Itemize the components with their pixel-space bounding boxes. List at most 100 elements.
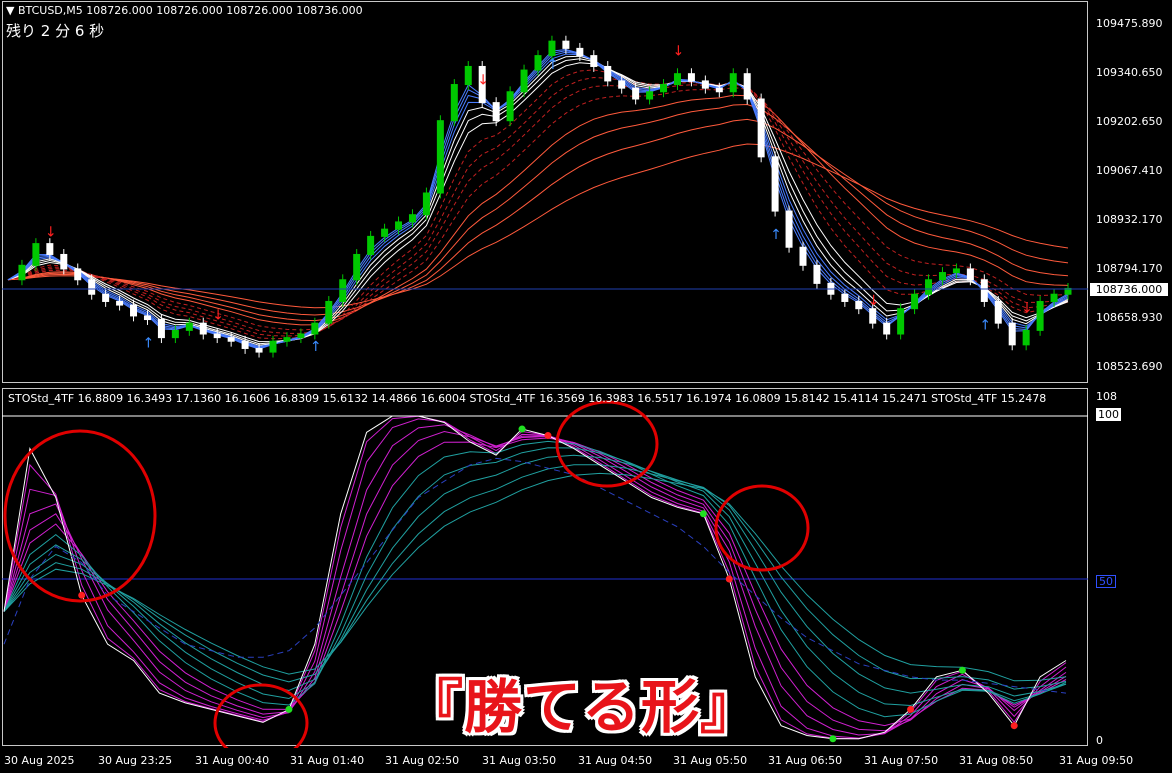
time-axis-label: 30 Aug 23:25 [98, 754, 173, 767]
candle-body [911, 293, 919, 310]
candle-body [1050, 293, 1058, 302]
sell-arrow-icon: ↓ [212, 308, 224, 324]
candle-body [116, 300, 124, 306]
candle-body [88, 279, 96, 295]
candle-body [813, 264, 821, 284]
candle-body [632, 87, 640, 100]
buy-arrow-icon: ↑ [770, 227, 782, 243]
osc-slow-line [3, 457, 1067, 694]
osc-signal-dot [725, 575, 733, 583]
ma-blue-line [7, 50, 1069, 349]
candle-body [618, 80, 626, 89]
candle-body [450, 84, 458, 122]
candle-body [1008, 322, 1016, 346]
ma-red-line [7, 87, 1069, 331]
ma-red-line [7, 118, 1069, 316]
price-scale-label: 108658.930 [1096, 311, 1163, 324]
candle-body [841, 293, 849, 302]
candle-body [171, 329, 179, 339]
candle-body [464, 65, 472, 86]
time-axis-label: 31 Aug 02:50 [385, 754, 460, 767]
symbol-header: ▼ BTCUSD,M5 108726.000 108726.000 108726… [6, 4, 363, 17]
price-scale-label: 109475.890 [1096, 17, 1163, 30]
time-axis-label: 31 Aug 06:50 [768, 754, 843, 767]
candle-body [74, 268, 82, 281]
candle-body [701, 80, 709, 89]
candle-body [367, 235, 375, 255]
time-axis-label: 30 Aug 2025 [4, 754, 75, 767]
candle-body [855, 300, 863, 310]
price-scale-label: 108794.170 [1096, 262, 1163, 275]
candle-body [966, 268, 974, 281]
osc-signal-dot [285, 705, 293, 713]
bar-countdown: 残り 2 分 6 秒 [6, 22, 105, 40]
osc-signal-dot [78, 591, 86, 599]
sell-arrow-icon: ↓ [868, 293, 880, 309]
osc-ribbon-line [3, 472, 1067, 682]
candle-body [339, 279, 347, 302]
candle-body [869, 308, 877, 324]
osc-signal-dot [544, 432, 552, 440]
time-axis-label: 31 Aug 01:40 [290, 754, 365, 767]
candle-body [938, 272, 946, 281]
candle-body [646, 91, 654, 100]
price-scale-label: 109340.650 [1096, 66, 1163, 79]
candle-body [255, 347, 263, 353]
candle-body [492, 102, 500, 122]
indicator-header: STOStd_4TF 16.8809 16.3493 17.1360 16.16… [8, 392, 1047, 405]
osc-scale-0: 0 [1096, 734, 1103, 747]
candle-body [980, 279, 988, 302]
sell-arrow-icon: ↓ [1021, 300, 1033, 316]
osc-scale-100: 100 [1096, 408, 1121, 421]
ma-red-line [7, 143, 1069, 309]
candle-body [227, 337, 235, 342]
dropdown-triangle-icon[interactable]: ▼ [6, 4, 14, 17]
candle-body [673, 73, 681, 86]
price-chart-canvas[interactable]: ↓ ↑ ↓ ↑ ↓ ↑ ↓ ↑ ↓ ↑ ↓ [0, 0, 1090, 384]
price-chart-pane[interactable]: ↓ ↑ ↓ ↑ ↓ ↑ ↓ ↑ ↓ ↑ ↓ ▼ BTCUSD,M5 108726.000 10872… [0, 0, 1172, 384]
candle-body [1022, 329, 1030, 346]
candle-body [381, 228, 389, 237]
osc-signal-dot [829, 735, 837, 743]
time-axis-label: 31 Aug 07:50 [864, 754, 939, 767]
candle-body [422, 192, 430, 216]
candle-body [548, 40, 556, 57]
candle-body [743, 73, 751, 100]
ma-blue-line [7, 55, 1069, 346]
time-axis-label: 31 Aug 05:50 [673, 754, 748, 767]
candle-body [157, 319, 165, 339]
candle-body [311, 322, 319, 335]
time-axis-label: 31 Aug 00:40 [195, 754, 270, 767]
candle-body [715, 87, 723, 93]
sell-arrow-icon: ↓ [45, 224, 57, 240]
caption-overlay: 『勝てる形』 [405, 673, 760, 741]
ma-red-line [7, 69, 1069, 340]
sell-arrow-icon: ↓ [477, 73, 489, 89]
buy-arrow-icon: ↑ [547, 57, 559, 73]
candle-body [60, 253, 68, 270]
osc-signal-dot [518, 425, 526, 433]
sell-arrow-icon: ↓ [672, 44, 684, 60]
current-price-tag: 108736.000 [1090, 283, 1168, 296]
osc-ribbon-line [3, 464, 1067, 690]
time-axis-label: 31 Aug 04:50 [578, 754, 653, 767]
symbol-header-text: BTCUSD,M5 108726.000 108726.000 108726.0… [17, 4, 363, 17]
osc-signal-dot [907, 705, 915, 713]
candle-body [771, 156, 779, 212]
candle-body [185, 322, 193, 331]
candle-body [757, 98, 765, 158]
ma-blue-line [7, 48, 1069, 350]
osc-signal-dot [958, 666, 966, 674]
price-scale-label: 109202.650 [1096, 115, 1163, 128]
candle-body [130, 304, 138, 317]
candle-body [241, 340, 249, 349]
candle-body [687, 73, 695, 82]
candle-body [729, 73, 737, 93]
time-axis-label: 31 Aug 03:50 [482, 754, 557, 767]
candle-body [925, 279, 933, 295]
osc-signal-dot [699, 510, 707, 518]
price-scale-label: 108932.170 [1096, 213, 1163, 226]
candle-body [102, 293, 110, 302]
candle-body [408, 214, 416, 223]
candle-body [46, 243, 54, 255]
